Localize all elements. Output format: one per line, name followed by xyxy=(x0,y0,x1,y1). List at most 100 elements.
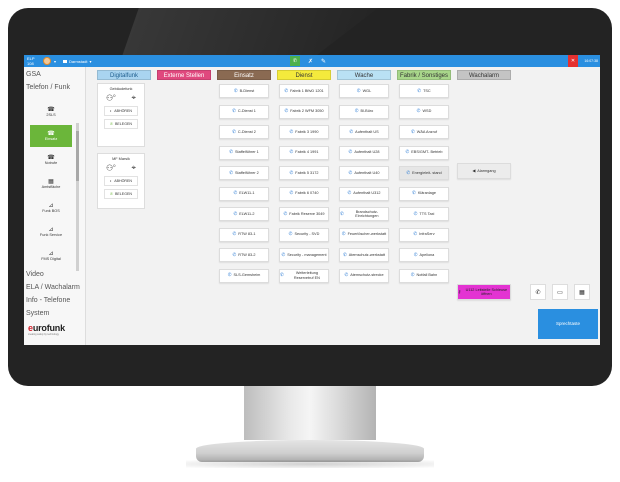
call-button-label: WÄA Anzruf xyxy=(416,129,438,134)
scrollbar-thumb[interactable] xyxy=(76,131,79,181)
occupy-button[interactable]: ✆ BELEGEN xyxy=(104,119,138,129)
einsatz-call-button[interactable]: ✆ RTW 83-1 xyxy=(219,227,269,242)
monitor-button[interactable]: ▭ xyxy=(552,284,568,300)
listen-button[interactable]: ◐ ABHÖREN xyxy=(104,106,138,116)
wache-call-button[interactable]: ✆ Aufenthalt US xyxy=(339,125,389,139)
grid-icon: ▦ xyxy=(579,290,585,296)
dienst-call-button[interactable]: ✆ Fabrik 4 1991 xyxy=(279,145,329,160)
einsatz-call-button[interactable]: ✆ B-Dienst xyxy=(219,84,269,98)
menu-video[interactable]: Video xyxy=(26,271,44,278)
phone-icon: ✆ xyxy=(229,149,233,155)
grid-button[interactable]: ▦ xyxy=(574,284,590,300)
fabrik-call-button[interactable]: ✆ Kläranlage xyxy=(399,186,449,201)
monitor-stand-neck xyxy=(244,386,376,440)
sidebar: GSA Telefon / Funk ☎ 2SLS ☎ Einsatz ☎ No… xyxy=(24,67,86,345)
sidebar-item-label: Notrufe xyxy=(44,161,58,165)
fabrik-call-button[interactable]: ✆ Energieleit- stand xyxy=(399,166,449,180)
call-button-label: Fabrik 6 0740 xyxy=(295,191,319,196)
call-button-label: Fabrik 1 BfIvD 1201 xyxy=(290,88,324,93)
call-button-label: Brandschutz-Einrichtungen xyxy=(355,209,379,218)
fabrik-call-button[interactable]: ✆ Notfall Bahn xyxy=(399,268,449,283)
einsatz-call-button[interactable]: ✆ C-Dienst 2 xyxy=(219,125,269,139)
submenu-scrollbar[interactable] xyxy=(76,123,79,271)
phone-icon: ✆ xyxy=(289,169,294,175)
fabrik-call-button[interactable]: ✆ InfraServ xyxy=(399,227,449,242)
fabrik-call-button[interactable]: ✆ EBS/GMT- Betrieb xyxy=(399,145,449,160)
dienst-call-button[interactable]: ✆ Weiterleitung Reservetruf EN xyxy=(279,268,329,283)
wache-call-button[interactable]: ✆ Aufenthalt U28 xyxy=(339,145,389,160)
dienst-call-button[interactable]: ✆ Fabrik 1 BfIvD 1201 xyxy=(279,84,329,98)
einsatz-call-button[interactable]: ✆ ELW11-2 xyxy=(219,207,269,221)
wache-call-button[interactable]: ✆ WGL xyxy=(339,84,389,98)
wache-call-button[interactable]: ✆ Feuerlöscher-werkstatt xyxy=(339,227,389,242)
menu-telefon-funk[interactable]: Telefon / Funk xyxy=(26,84,70,91)
phone-icon: ✆ xyxy=(344,272,349,278)
call-button-label: Energieleit- stand xyxy=(412,170,442,175)
call-button-label: TTS Taxi xyxy=(419,211,435,216)
antenna-icon: ⌖ xyxy=(131,163,136,172)
push-to-talk-button[interactable]: Sprechtaste xyxy=(538,309,598,339)
sidebar-item-notrufe[interactable]: ☎ Notrufe xyxy=(30,149,72,171)
dienst-call-button[interactable]: ✆ Security - management xyxy=(279,248,329,262)
einsatz-call-button[interactable]: ✆ RTW 83-2 xyxy=(219,248,269,262)
avatar[interactable] xyxy=(43,57,51,65)
dienst-call-button[interactable]: ✆ Fabrik 3 1990 xyxy=(279,125,329,139)
column-header-digitalfunk: Digitalfunk xyxy=(97,70,151,80)
wache-call-button[interactable]: ✆ Atemschutz-strecke xyxy=(339,268,389,283)
call-button-label: EBS/GMT- Betrieb xyxy=(411,150,443,155)
eurofunk-logo: eurofunk creating safety by technology xyxy=(28,323,82,336)
phone-icon: ✆ xyxy=(110,122,114,126)
sidebar-item-funk-service[interactable]: ⊿ Funk Service xyxy=(30,221,72,243)
einsatz-call-button[interactable]: ✆ C-Dienst 1 xyxy=(219,104,269,119)
call-button-label: Staffelführer 1 xyxy=(235,150,259,155)
fabrik-call-button[interactable]: ✆ TSC xyxy=(399,84,449,98)
chevron-down-icon[interactable]: ▾ xyxy=(54,59,56,64)
menu-info-telefone[interactable]: Info - Telefone xyxy=(26,297,70,304)
menu-system[interactable]: System xyxy=(26,310,49,317)
call-button-label: C-Dienst 2 xyxy=(237,129,256,134)
dienst-call-button[interactable]: ✆ Fabrik 6 0740 xyxy=(279,186,329,201)
site-selector[interactable]: Darmstadt ▾ xyxy=(63,59,91,64)
call-button-label: B-Dienst xyxy=(239,88,255,93)
radio-card-mf-marsik: MF Marsik ⚇0 ⌖ ◐ ABHÖREN ✆ BELEGEN xyxy=(97,153,145,209)
dienst-call-button[interactable]: ✆ Fabrik Reserve 3049 xyxy=(279,207,329,221)
user-count: 0 xyxy=(113,93,116,98)
wache-call-button[interactable]: ✆ Aufenthalt U312 xyxy=(339,186,389,201)
wache-call-button[interactable]: ✆ Brandschutz-Einrichtungen xyxy=(339,207,389,221)
call-button-label: Feuerlöscher-werkstatt xyxy=(347,232,387,237)
sidebar-item-einsatz[interactable]: ☎ Einsatz xyxy=(30,125,72,147)
menu-ela-wachalarm[interactable]: ELA / Wachalarm xyxy=(26,284,80,291)
phone-in-icon[interactable]: ✆ xyxy=(290,56,300,66)
dienst-call-button[interactable]: ✆ Fabrik 5 3172 xyxy=(279,166,329,180)
einsatz-call-button[interactable]: ✆ ELW11-1 xyxy=(219,186,269,201)
fabrik-call-button[interactable]: ✆ Apeliona xyxy=(399,248,449,262)
close-button[interactable]: ✕ xyxy=(568,55,578,67)
listen-button[interactable]: ◐ ABHÖREN xyxy=(104,176,138,186)
menu-gsa[interactable]: GSA xyxy=(26,71,41,78)
wache-call-button[interactable]: ✆ Atemschutz-werkstatt xyxy=(339,248,389,262)
einsatz-call-button[interactable]: ✆ Staffelführer 1 xyxy=(219,145,269,160)
occupy-button[interactable]: ✆ BELEGEN xyxy=(104,189,138,199)
user-count: 0 xyxy=(113,163,116,168)
sidebar-item-2sls[interactable]: ☎ 2SLS xyxy=(30,101,72,123)
phone-off-icon[interactable]: ✗ xyxy=(308,58,313,65)
einsatz-call-button[interactable]: ✆ SLS-Gemsheim xyxy=(219,268,269,283)
u112-schleuse-button[interactable]: ⚷ U112 Leitstelle Schleuse öffnen xyxy=(457,284,511,300)
dienst-call-button[interactable]: ✆ Fabrik 2 WFM 3050 xyxy=(279,104,329,119)
phone-button[interactable]: ✆ xyxy=(530,284,546,300)
phone-icon: ✆ xyxy=(349,128,354,134)
phone-transfer-icon[interactable]: ✎ xyxy=(321,58,326,65)
call-controls: ✆ ✗ ✎ xyxy=(290,56,326,66)
sidebar-item-funk-bos[interactable]: ⊿ Funk BOS xyxy=(30,197,72,219)
sidebar-item-fms-digital[interactable]: ⊿ FMS Digital xyxy=(30,245,72,267)
alarmgang-button[interactable]: ◀ Alarmgang xyxy=(457,163,511,179)
einsatz-call-button[interactable]: ✆ Staffelführer 2 xyxy=(219,166,269,180)
dienst-call-button[interactable]: ✆ Security - SVD xyxy=(279,227,329,242)
fabrik-call-button[interactable]: ✆ TTS Taxi xyxy=(399,207,449,221)
call-button-label: SLS-Gemsheim xyxy=(233,273,261,278)
fabrik-call-button[interactable]: ✆ WÄA Anzruf xyxy=(399,125,449,139)
wache-call-button[interactable]: ✆ Bl-Büro xyxy=(339,104,389,119)
sidebar-item-amtsflaeche[interactable]: ▦ Amtsfläche xyxy=(30,173,72,195)
fabrik-call-button[interactable]: ✆ WSD xyxy=(399,104,449,119)
wache-call-button[interactable]: ✆ Aufenthalt U40 xyxy=(339,166,389,180)
